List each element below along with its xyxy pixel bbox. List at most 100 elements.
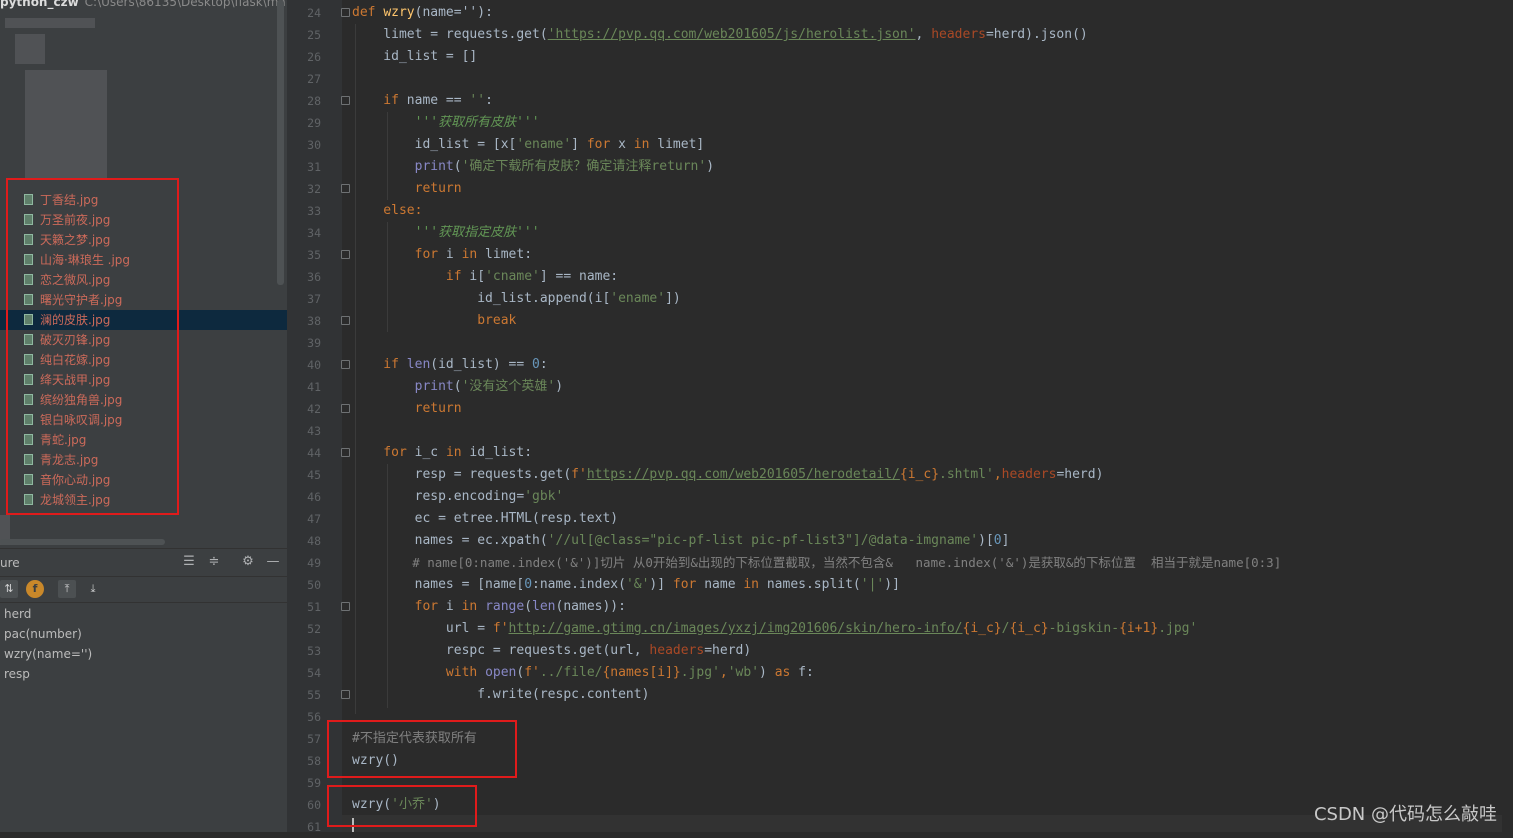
code-line-35[interactable]: for i in limet: <box>352 244 532 266</box>
code-line-33[interactable]: else: <box>352 200 422 222</box>
code-line-38[interactable]: break <box>352 310 516 332</box>
line-number: 27 <box>307 72 321 86</box>
code-line-28[interactable]: if name == '': <box>352 90 493 112</box>
code-line-54[interactable]: with open(f'../file/{names[i]}.jpg','wb'… <box>352 662 814 684</box>
line-number: 30 <box>307 138 321 152</box>
project-scrollbar[interactable] <box>277 0 284 285</box>
line-number: 26 <box>307 50 321 64</box>
line-number: 44 <box>307 446 321 460</box>
line-number: 39 <box>307 336 321 350</box>
structure-toolbar: ure ☰ ≑ ⚙ — <box>0 548 287 577</box>
fold-marker[interactable] <box>341 8 350 17</box>
structure-filter-bar: ⇅ f ⤒ ⤓ <box>0 576 287 603</box>
structure-item[interactable]: pac(number) <box>4 624 82 644</box>
code-line-45[interactable]: resp = requests.get(f'https://pvp.qq.com… <box>352 464 1104 486</box>
code-line-31[interactable]: print('确定下载所有皮肤？确定请注释return') <box>352 156 714 178</box>
line-number: 25 <box>307 28 321 42</box>
code-line-47[interactable]: ec = etree.HTML(resp.text) <box>352 508 619 530</box>
project-name: python_czw <box>0 0 79 9</box>
line-number: 28 <box>307 94 321 108</box>
gear-icon[interactable]: ⚙ <box>240 554 256 570</box>
line-number: 55 <box>307 688 321 702</box>
code-line-40[interactable]: if len(id_list) == 0: <box>352 354 547 376</box>
code-line-29[interactable]: '''获取所有皮肤''' <box>352 112 540 134</box>
fold-marker[interactable] <box>341 96 350 105</box>
autoscroll-to-source-icon[interactable]: ⤒ <box>58 580 76 598</box>
code-line-30[interactable]: id_list = [x['ename'] for x in limet] <box>352 134 705 156</box>
structure-item[interactable]: herd <box>4 604 31 624</box>
line-number: 29 <box>307 116 321 130</box>
line-number: 52 <box>307 622 321 636</box>
code-line-48[interactable]: names = ec.xpath('//ul[@class="pic-pf-li… <box>352 530 1010 552</box>
line-number: 48 <box>307 534 321 548</box>
blurred-region <box>5 18 95 28</box>
code-line-53[interactable]: respc = requests.get(url, headers=herd) <box>352 640 751 662</box>
code-line-46[interactable]: resp.encoding='gbk' <box>352 486 564 508</box>
line-number: 61 <box>307 820 321 834</box>
line-number: 60 <box>307 798 321 812</box>
code-line-37[interactable]: id_list.append(i['ename']) <box>352 288 681 310</box>
code-line-26[interactable]: id_list = [] <box>352 46 477 68</box>
autoscroll-from-source-icon[interactable]: ⤓ <box>84 580 102 598</box>
code-line-44[interactable]: for i_c in id_list: <box>352 442 532 464</box>
blurred-region <box>15 34 45 64</box>
line-number: 56 <box>307 710 321 724</box>
editor-scrollbar[interactable] <box>1502 0 1513 832</box>
blurred-region <box>25 70 107 180</box>
line-number: 43 <box>307 424 321 438</box>
fold-marker[interactable] <box>341 448 350 457</box>
line-number: 38 <box>307 314 321 328</box>
code-line-52[interactable]: url = f'http://game.gtimg.cn/images/yxzj… <box>352 618 1197 640</box>
line-number: 49 <box>307 556 321 570</box>
show-fields-icon[interactable]: f <box>26 580 44 598</box>
structure-title: ure <box>0 556 20 570</box>
project-path: C:\Users\86135\Desktop\flask\ma... <box>84 0 287 9</box>
line-number: 35 <box>307 248 321 262</box>
line-number: 47 <box>307 512 321 526</box>
project-hscrollbar[interactable] <box>0 539 165 545</box>
fold-marker[interactable] <box>341 690 350 699</box>
code-line-34[interactable]: '''获取指定皮肤''' <box>352 222 540 244</box>
structure-item[interactable]: resp <box>4 664 30 684</box>
code-line-24[interactable]: def wzry(name=''): <box>352 2 493 24</box>
sort-icon[interactable]: ⇅ <box>0 580 18 598</box>
code-line-42[interactable]: return <box>352 398 462 420</box>
line-number: 53 <box>307 644 321 658</box>
fold-marker[interactable] <box>341 250 350 259</box>
minimize-icon[interactable]: — <box>265 554 281 570</box>
watermark: CSDN @代码怎么敲哇 <box>1313 804 1497 825</box>
code-line-32[interactable]: return <box>352 178 462 200</box>
line-number: 51 <box>307 600 321 614</box>
annotation-box-files <box>6 178 179 515</box>
structure-item[interactable]: wzry(name='') <box>4 644 92 664</box>
expand-all-icon[interactable]: ☰ <box>181 554 197 570</box>
line-number: 54 <box>307 666 321 680</box>
project-header[interactable]: python_czw C:\Users\86135\Desktop\flask\m… <box>0 0 287 9</box>
code-line-51[interactable]: for i in range(len(names)): <box>352 596 626 618</box>
code-line-41[interactable]: print('没有这个英雄') <box>352 376 563 398</box>
code-line-25[interactable]: limet = requests.get('https://pvp.qq.com… <box>352 24 1087 46</box>
collapse-all-icon[interactable]: ≑ <box>206 554 222 570</box>
line-number: 37 <box>307 292 321 306</box>
annotation-box-single <box>327 785 477 827</box>
fold-marker[interactable] <box>341 404 350 413</box>
line-number: 33 <box>307 204 321 218</box>
fold-marker[interactable] <box>341 184 350 193</box>
line-number: 41 <box>307 380 321 394</box>
code-line-50[interactable]: names = [name[0:name.index('&')] for nam… <box>352 574 900 596</box>
line-number: 42 <box>307 402 321 416</box>
line-number: 59 <box>307 776 321 790</box>
fold-marker[interactable] <box>341 360 350 369</box>
fold-marker[interactable] <box>341 602 350 611</box>
line-number: 45 <box>307 468 321 482</box>
fold-marker[interactable] <box>341 316 350 325</box>
code-line-36[interactable]: if i['cname'] == name: <box>352 266 618 288</box>
line-number: 58 <box>307 754 321 768</box>
line-number: 57 <box>307 732 321 746</box>
code-line-55[interactable]: f.write(respc.content) <box>352 684 649 706</box>
line-number: 24 <box>307 6 321 20</box>
line-number: 34 <box>307 226 321 240</box>
line-number: 32 <box>307 182 321 196</box>
code-line-49[interactable]: # name[0:name.index('&')]切片 从0开始到&出现的下标位… <box>352 552 1281 574</box>
line-number: 31 <box>307 160 321 174</box>
